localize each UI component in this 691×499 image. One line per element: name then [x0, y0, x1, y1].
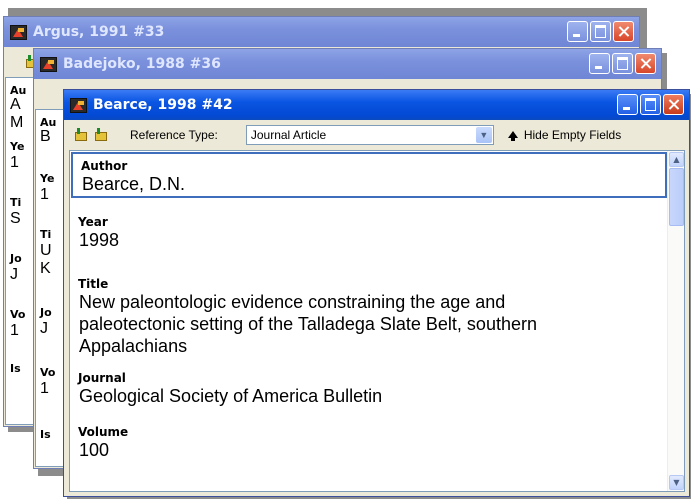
title-bar[interactable]: Badejoko, 1988 #36 — [34, 49, 661, 79]
maximize-button[interactable] — [640, 94, 661, 115]
window-title: Bearce, 1998 #42 — [93, 97, 233, 113]
field-label: Volume — [78, 425, 129, 439]
field-value-stub: J — [10, 266, 18, 283]
chevron-down-icon[interactable]: ▼ — [475, 127, 492, 143]
minimize-button[interactable] — [589, 53, 610, 74]
window-title: Badejoko, 1988 #36 — [63, 56, 221, 72]
scroll-thumb[interactable] — [669, 168, 684, 226]
field-label-stub: Vo — [40, 366, 56, 379]
field-label: Year — [78, 215, 108, 229]
field-value[interactable]: 1998 — [70, 229, 668, 251]
field-value-stub: B — [40, 128, 51, 145]
field-journal[interactable]: Journal Geological Society of America Bu… — [70, 371, 668, 407]
field-label-stub: Ye — [40, 172, 55, 185]
window-title: Argus, 1991 #33 — [33, 24, 165, 40]
field-value[interactable]: Geological Society of America Bulletin — [70, 385, 668, 407]
field-label-stub: Jo — [40, 306, 52, 319]
field-value[interactable]: Bearce, D.N. — [73, 173, 665, 195]
field-label: Journal — [78, 371, 126, 385]
open-reference-icon[interactable] — [94, 128, 108, 142]
field-label-stub: Ti — [40, 228, 52, 241]
field-value-line[interactable]: paleotectonic setting of the Talladega S… — [70, 313, 668, 335]
maximize-button[interactable] — [590, 21, 611, 42]
field-label-stub: Ye — [10, 140, 25, 153]
vertical-scrollbar[interactable]: ▲ ▼ — [667, 151, 684, 491]
field-label: Author — [81, 159, 128, 173]
field-value-stub: 1 — [40, 380, 49, 397]
field-value-line[interactable]: New paleontologic evidence constraining … — [70, 291, 668, 313]
field-label-stub: Ti — [10, 196, 22, 209]
hide-empty-fields-button[interactable]: Hide Empty Fields — [507, 128, 622, 142]
scroll-down-button[interactable]: ▼ — [669, 475, 684, 490]
reference-toolbar: Reference Type: Journal Article ▼ Hide E… — [65, 120, 688, 150]
field-value-stub: 1 — [10, 322, 19, 339]
field-label: Title — [78, 277, 109, 291]
maximize-button[interactable] — [612, 53, 633, 74]
new-reference-icon[interactable] — [74, 128, 88, 142]
field-author[interactable]: Author Bearce, D.N. — [71, 152, 667, 198]
field-value[interactable]: 100 — [70, 439, 668, 461]
close-button[interactable] — [613, 21, 634, 42]
field-label-stub: Is — [10, 362, 21, 375]
minimize-button[interactable] — [617, 94, 638, 115]
field-label-stub: Is — [40, 428, 51, 441]
field-value-stub: J — [40, 320, 48, 337]
hide-empty-fields-label: Hide Empty Fields — [523, 128, 622, 142]
field-value-stub: 1 — [10, 154, 19, 171]
field-value-line[interactable]: Appalachians — [70, 335, 668, 357]
arrow-up-icon — [507, 130, 518, 141]
field-label-stub: Jo — [10, 252, 22, 265]
app-icon — [40, 56, 57, 72]
field-value-stub: U — [40, 242, 52, 259]
field-value-stub: 1 — [40, 186, 49, 203]
field-value-stub: A — [10, 96, 21, 113]
title-bar[interactable]: Argus, 1991 #33 — [4, 17, 639, 47]
field-year[interactable]: Year 1998 — [70, 215, 668, 251]
close-button[interactable] — [663, 94, 684, 115]
field-value-stub: K — [40, 260, 51, 277]
close-button[interactable] — [635, 53, 656, 74]
fields-panel[interactable]: Author Bearce, D.N. Year 1998 Title New … — [69, 150, 685, 492]
scroll-up-button[interactable]: ▲ — [669, 152, 684, 167]
reference-type-value: Journal Article — [250, 128, 327, 142]
reference-window-bearce[interactable]: Bearce, 1998 #42 Reference Type: Journal… — [63, 89, 690, 497]
minimize-button[interactable] — [567, 21, 588, 42]
reference-type-label: Reference Type: — [130, 128, 218, 142]
app-icon — [10, 24, 27, 40]
fields-list: Author Bearce, D.N. Year 1998 Title New … — [70, 151, 668, 491]
reference-type-select[interactable]: Journal Article ▼ — [245, 125, 494, 145]
app-icon — [70, 97, 87, 113]
field-volume[interactable]: Volume 100 — [70, 425, 668, 461]
field-title[interactable]: Title New paleontologic evidence constra… — [70, 277, 668, 357]
field-value-stub: S — [10, 210, 21, 227]
field-label-stub: Vo — [10, 308, 26, 321]
title-bar[interactable]: Bearce, 1998 #42 — [64, 90, 689, 120]
field-value-stub: M — [10, 114, 24, 131]
